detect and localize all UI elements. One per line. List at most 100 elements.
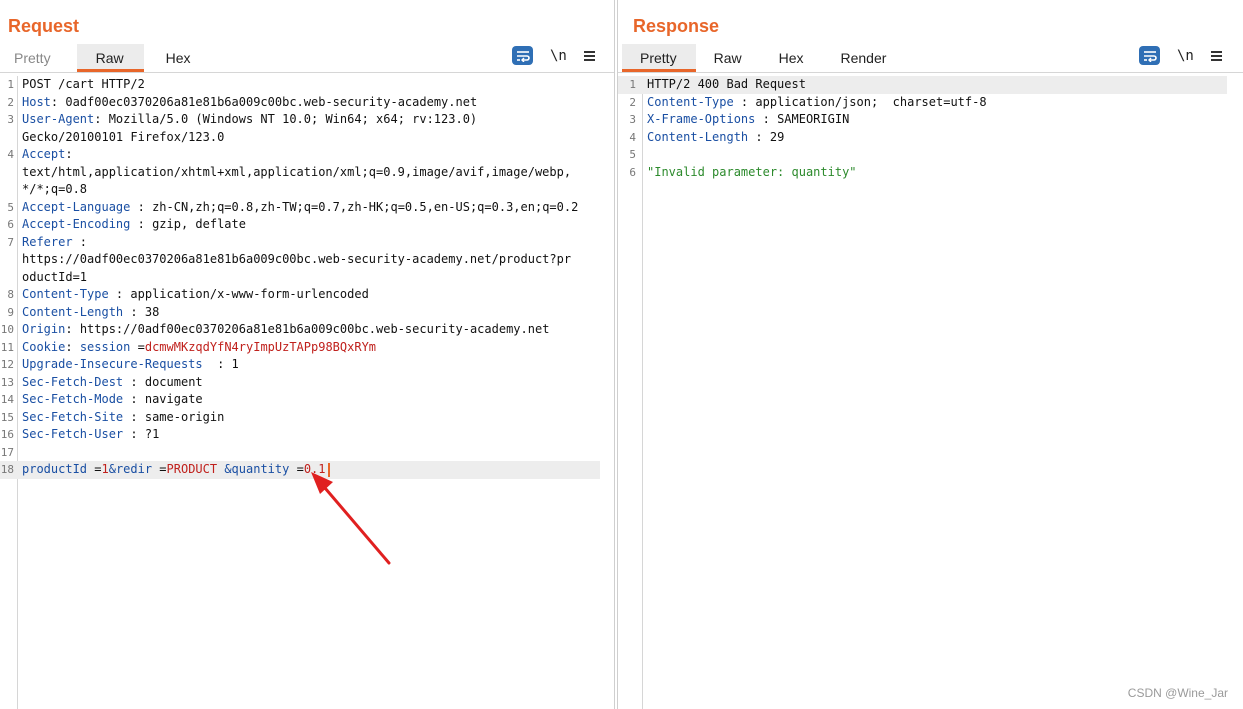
cookie-name: session (79, 339, 131, 354)
request-tab-pretty[interactable]: Pretty (0, 44, 65, 72)
line-content: Host: 0adf00ec0370206a81e81b6a009c00bc.w… (22, 94, 477, 112)
header-value-continuation: text/html,application/xhtml+xml,applicat… (22, 164, 572, 179)
request-editor[interactable]: 1 POST /cart HTTP/2 2 Host: 0adf00ec0370206… (0, 76, 614, 709)
header-separator: : (733, 94, 756, 109)
header-value: application/json; charset=utf-8 (755, 94, 987, 109)
request-line-continuation: */*;q=0.8 (0, 181, 614, 199)
line-number: 5 (629, 148, 636, 161)
response-line: 6 "Invalid parameter: quantity" (618, 164, 1243, 182)
watermark: CSDN @Wine_Jar (1127, 686, 1228, 700)
header-name: X-Frame-Options (647, 112, 756, 126)
line-content: HTTP/2 400 Bad Request (647, 76, 806, 94)
response-tab-raw[interactable]: Raw (714, 44, 742, 72)
line-text: POST /cart HTTP/2 (22, 77, 145, 91)
body-token: &redir (108, 462, 153, 476)
body-token: PRODUCT (166, 462, 218, 476)
response-wrap-lines-button[interactable] (1139, 46, 1160, 65)
line-number: 3 (7, 113, 14, 126)
request-line: 3 User-Agent: Mozilla/5.0 (Windows NT 10.… (0, 111, 614, 129)
line-number: 15 (0, 410, 14, 424)
line-number: 13 (0, 375, 14, 389)
header-separator: : (65, 322, 80, 336)
wrap-lines-icon (1143, 50, 1157, 62)
request-line-continuation: text/html,application/xhtml+xml,applicat… (0, 164, 614, 182)
header-value: ?1 (144, 427, 160, 441)
header-name: Referer (22, 234, 73, 249)
line-content: Content-Type : application/x-www-form-ur… (22, 286, 369, 304)
response-menu-button[interactable] (1210, 50, 1223, 62)
request-line: 10 Origin: https://0adf00ec0370206a81e81b… (0, 321, 614, 339)
request-tabs: Pretty Raw Hex (0, 44, 205, 72)
response-show-newlines-button[interactable]: \n (1177, 48, 1194, 64)
request-line: 13 Sec-Fetch-Dest : document (0, 374, 614, 392)
header-name: Accept-Encoding (22, 217, 131, 231)
wrap-lines-icon (516, 50, 530, 62)
header-value: document (144, 374, 203, 389)
body-token: = (87, 462, 102, 476)
line-number: 17 (0, 445, 14, 459)
line-content: Sec-Fetch-Dest : document (22, 374, 203, 392)
request-line: 9 Content-Length : 38 (0, 304, 614, 322)
header-separator: : (130, 199, 153, 214)
line-number: 1 (629, 78, 636, 91)
response-editor[interactable]: 1 HTTP/2 400 Bad Request 2 Content-Type : a… (618, 76, 1243, 709)
line-content: Upgrade-Insecure-Requests : 1 (22, 356, 239, 374)
request-tab-hex[interactable]: Hex (152, 44, 205, 72)
response-line: 1 HTTP/2 400 Bad Request (618, 76, 1227, 94)
header-separator: : (50, 94, 66, 109)
line-number: 11 (0, 340, 14, 354)
body-token: = (152, 462, 167, 476)
line-content: Sec-Fetch-User : ?1 (22, 426, 159, 444)
header-separator: : (130, 217, 153, 231)
header-separator: : (65, 147, 73, 161)
response-tab-pretty[interactable]: Pretty (622, 44, 696, 72)
request-line: 17 (0, 444, 614, 462)
header-name: Content-Length (22, 304, 124, 319)
header-name: Origin (22, 322, 66, 336)
line-number: 8 (7, 288, 14, 301)
response-pane: Response Pretty Raw Hex Render \n 1 HTTP/… (617, 0, 1243, 709)
line-number: 12 (0, 358, 14, 371)
header-separator: : (123, 304, 145, 319)
line-content: POST /cart HTTP/2 (22, 76, 145, 94)
request-line: 5 Accept-Language : zh-CN,zh;q=0.8,zh-TW;… (0, 199, 614, 217)
header-name: Sec-Fetch-Mode (22, 392, 124, 406)
request-line: 16 Sec-Fetch-User : ?1 (0, 426, 614, 444)
response-tab-render[interactable]: Render (841, 44, 887, 72)
response-title: Response (633, 16, 720, 36)
line-content: productId =1&redir =PRODUCT &quantity =0… (22, 461, 330, 479)
header-separator: : (123, 392, 145, 406)
response-line: 4 Content-Length : 29 (618, 129, 1243, 147)
header-value-continuation: */*;q=0.8 (22, 182, 88, 196)
header-separator: : (202, 357, 232, 371)
header-name: Accept (22, 147, 66, 161)
header-name: Host (22, 94, 51, 109)
header-separator: : (72, 234, 88, 249)
request-tab-raw[interactable]: Raw (76, 44, 144, 72)
header-separator: : (123, 409, 145, 424)
response-line: 3 X-Frame-Options : SAMEORIGIN (618, 111, 1243, 129)
body-token: 0.1 (303, 462, 326, 476)
header-name: User-Agent (22, 112, 95, 126)
header-value: gzip, deflate (152, 217, 246, 231)
body-token: productId (22, 462, 88, 476)
response-tab-hex[interactable]: Hex (779, 44, 804, 72)
header-value-continuation: oductId=1 (22, 269, 88, 284)
header-value: 38 (144, 304, 160, 319)
line-content: Cookie: session =dcmwMKzqdYfN4ryImpUzTAP… (22, 339, 376, 357)
request-line: 2 Host: 0adf00ec0370206a81e81b6a009c00bc.… (0, 94, 614, 112)
line-content: Content-Length : 38 (22, 304, 159, 322)
cookie-equals: = (130, 339, 145, 354)
request-line: 7 Referer : (0, 234, 614, 252)
line-number: 18 (0, 463, 14, 476)
request-show-newlines-button[interactable]: \n (550, 48, 567, 64)
header-name: Sec-Fetch-User (22, 427, 124, 441)
header-name: Cookie (22, 339, 66, 354)
text-cursor (327, 462, 330, 477)
menu-icon (1210, 50, 1222, 53)
header-separator: : (123, 374, 145, 389)
request-wrap-lines-button[interactable] (512, 46, 533, 65)
request-menu-button[interactable] (583, 50, 596, 62)
request-line: 14 Sec-Fetch-Mode : navigate (0, 391, 614, 409)
response-tabs: Pretty Raw Hex Render (622, 44, 886, 72)
